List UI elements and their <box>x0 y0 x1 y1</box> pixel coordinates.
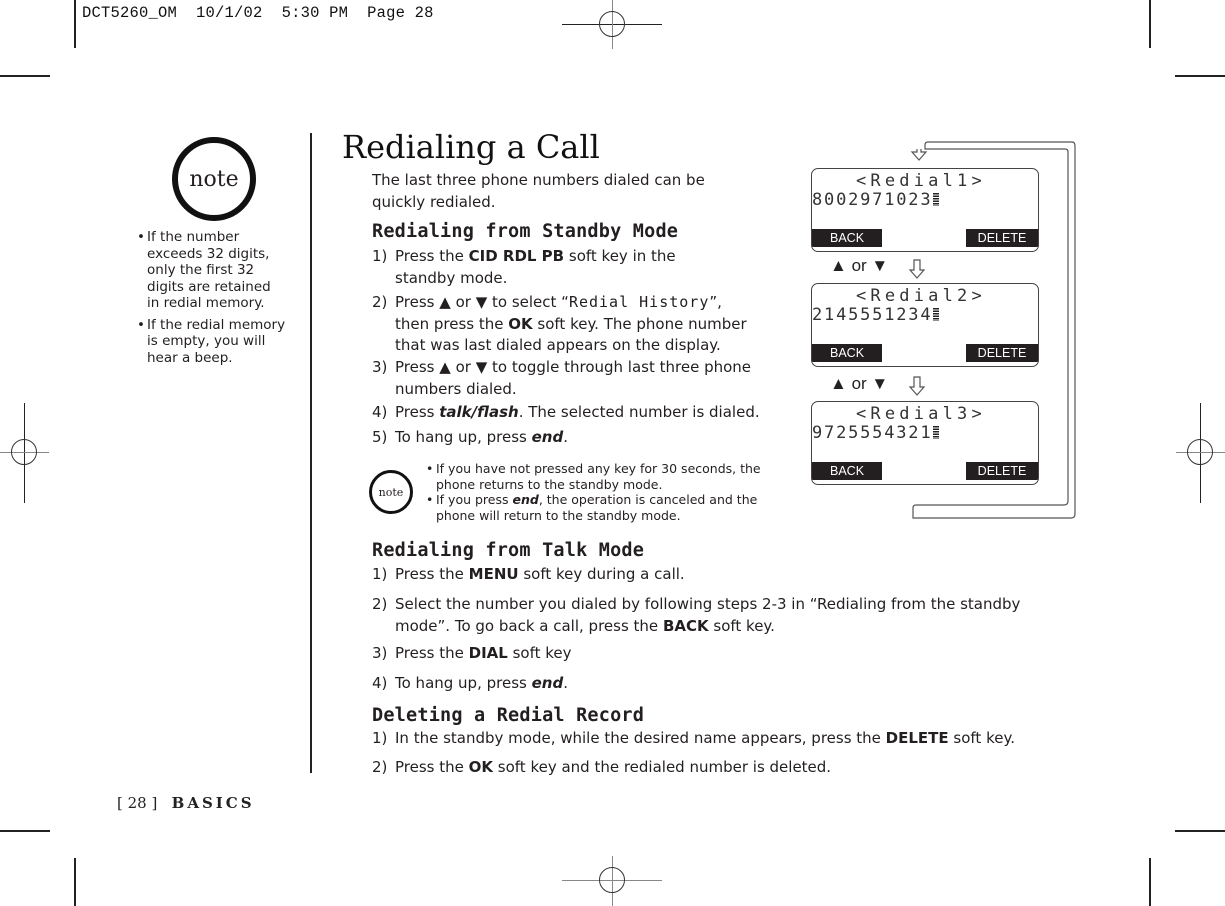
lcd-number: 9725554321 <box>812 423 940 443</box>
up-arrow-icon: ▲ <box>830 374 847 393</box>
phone-number: 9725554321 <box>812 423 933 443</box>
down-arrow-icon <box>908 259 926 279</box>
redial-loop-diagram <box>908 141 1076 519</box>
lcd-header: <Redial2> <box>856 286 986 306</box>
phone-number: 2145551234 <box>812 305 933 325</box>
page-number: [ 28 ] <box>117 794 158 812</box>
lcd-header: <Redial3> <box>856 404 986 424</box>
back-softkey[interactable]: BACK <box>812 462 882 480</box>
back-softkey[interactable]: BACK <box>812 344 882 362</box>
lcd-header: <Redial1> <box>856 171 986 191</box>
up-arrow-icon: ▲ <box>830 256 847 275</box>
cursor-icon <box>933 426 940 439</box>
nav-hint: ▲ or ▼ <box>830 256 888 276</box>
back-softkey[interactable]: BACK <box>812 229 882 247</box>
delete-softkey[interactable]: DELETE <box>966 462 1038 480</box>
lcd-number: 8002971023 <box>812 190 940 210</box>
delete-softkey[interactable]: DELETE <box>966 229 1038 247</box>
down-arrow-icon: ▼ <box>871 256 889 275</box>
text: or <box>851 374 867 393</box>
down-arrow-icon: ▼ <box>871 374 889 393</box>
section-name: BASICS <box>171 794 255 812</box>
cursor-icon <box>933 308 940 321</box>
text: or <box>851 256 867 275</box>
cursor-icon <box>933 193 940 206</box>
delete-softkey[interactable]: DELETE <box>966 344 1038 362</box>
lcd-screen-redial1: <Redial1> 8002971023 BACK DELETE <box>811 168 1039 252</box>
lcd-screen-redial2: <Redial2> 2145551234 BACK DELETE <box>811 283 1039 367</box>
lcd-number: 2145551234 <box>812 305 940 325</box>
phone-number: 8002971023 <box>812 190 933 210</box>
lcd-screen-redial3: <Redial3> 9725554321 BACK DELETE <box>811 401 1039 485</box>
nav-hint: ▲ or ▼ <box>830 374 888 394</box>
down-arrow-icon <box>908 376 926 396</box>
page-footer: [ 28 ] BASICS <box>117 794 255 812</box>
